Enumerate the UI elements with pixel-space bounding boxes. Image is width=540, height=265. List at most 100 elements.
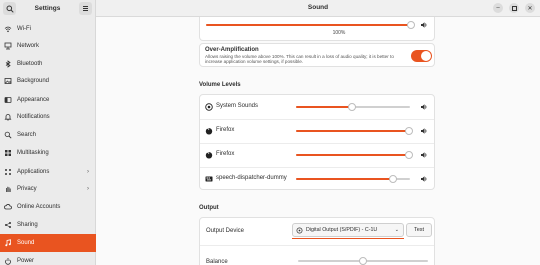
minimize-icon: – [496, 5, 500, 11]
volume-levels-card: System Sounds Firefox Firefox speech-dispat… [199, 94, 435, 190]
divider [200, 143, 434, 144]
balance-slider[interactable] [298, 256, 428, 265]
over-amplification-description: Allows raising the volume above 100%. Th… [205, 54, 394, 65]
divider [200, 119, 434, 120]
page-title: Sound [307, 4, 329, 11]
hamburger-menu-icon [83, 6, 88, 11]
menu-button[interactable] [79, 2, 92, 15]
close-button[interactable]: ✕ [525, 3, 535, 13]
speaker-icon[interactable] [420, 127, 428, 135]
app-name: Firefox [216, 151, 235, 157]
output-device-label: Output Device [206, 228, 245, 234]
search-icon [6, 5, 14, 13]
power-icon [4, 257, 12, 265]
app-volume-slider[interactable] [296, 126, 413, 136]
header-bar: Sound – ✕ [96, 0, 540, 17]
system-sounds-icon [205, 103, 213, 111]
sidebar-item-appearance[interactable]: Appearance [0, 91, 96, 109]
app-volume-slider[interactable] [296, 150, 413, 160]
sidebar-item-search[interactable]: Search [0, 126, 96, 144]
sidebar-item-label: Applications [17, 169, 50, 175]
sidebar-title: Settings [34, 5, 61, 12]
toggle-knob [421, 51, 431, 61]
sidebar-item-label: Bluetooth [17, 61, 43, 67]
firefox-icon [205, 152, 213, 159]
sidebar-item-applications[interactable]: Applications › [0, 163, 96, 181]
app-volume-slider[interactable] [296, 102, 410, 112]
volume-percent: 100% [332, 30, 346, 36]
sidebar-item-label: Wi-Fi [17, 26, 31, 32]
output-volume-card: 100% [199, 17, 435, 41]
over-amplification-card: Over-Amplification Allows raising the vo… [199, 43, 435, 67]
network-icon [4, 42, 12, 50]
sidebar-item-online-accounts[interactable]: Online Accounts [0, 198, 96, 216]
sidebar: Settings Wi-Fi Network Bluetooth Background… [0, 0, 96, 265]
speaker-icon[interactable] [420, 103, 428, 111]
sidebar-item-sharing[interactable]: Sharing [0, 216, 96, 234]
background-icon [4, 77, 12, 85]
sidebar-item-bluetooth[interactable]: Bluetooth [0, 55, 96, 73]
music-note-icon [4, 239, 12, 247]
app-name: speech-dispatcher-dummy [216, 175, 287, 181]
over-amplification-title: Over-Amplification [205, 47, 259, 53]
search-icon [4, 131, 12, 139]
sidebar-item-label: Search [17, 132, 37, 138]
sidebar-item-network[interactable]: Network [0, 37, 96, 55]
speaker-icon[interactable] [420, 151, 428, 159]
sidebar-item-label: Power [17, 258, 35, 264]
chevron-right-icon: › [87, 186, 89, 192]
sidebar-header: Settings [0, 0, 95, 17]
balance-label: Balance [206, 259, 228, 265]
maximize-icon [511, 5, 517, 11]
sidebar-item-background[interactable]: Background [0, 72, 96, 90]
sidebar-item-label: Notifications [17, 114, 50, 120]
output-heading: Output [199, 205, 219, 211]
sidebar-item-label: Background [17, 78, 50, 84]
sidebar-item-sound[interactable]: Sound [0, 234, 96, 252]
spdif-icon [296, 227, 303, 233]
sidebar-item-label: Online Accounts [17, 204, 61, 210]
chevron-right-icon: › [87, 169, 89, 175]
multitasking-icon [4, 149, 12, 157]
sidebar-item-label: Sharing [17, 222, 38, 228]
divider [200, 167, 434, 168]
minimize-button[interactable]: – [493, 3, 503, 13]
output-card: Output Device Digital Output (S/PDIF) - … [199, 217, 435, 265]
sidebar-item-label: Multitasking [17, 150, 49, 156]
apps-icon [4, 168, 12, 176]
speaker-icon[interactable] [420, 175, 428, 183]
bell-icon [4, 113, 12, 121]
sidebar-item-power[interactable]: Power [0, 252, 96, 265]
test-button[interactable]: Test [406, 223, 432, 237]
bluetooth-icon [4, 60, 12, 68]
share-icon [4, 221, 12, 229]
sidebar-item-label: Privacy [17, 186, 37, 192]
sidebar-item-label: Sound [17, 240, 35, 246]
output-device-value: Digital Output (S/PDIF) - C-1U [306, 227, 378, 233]
sidebar-item-label: Network [17, 43, 40, 49]
over-amplification-toggle[interactable] [411, 50, 432, 62]
dropdown-focus-underline [292, 238, 404, 239]
hand-icon [4, 185, 12, 193]
speaker-icon [421, 22, 427, 28]
sidebar-item-privacy[interactable]: Privacy › [0, 180, 96, 198]
sidebar-item-multitasking[interactable]: Multitasking [0, 144, 96, 162]
sidebar-item-notifications[interactable]: Notifications [0, 108, 96, 126]
appearance-icon [4, 96, 12, 104]
app-name: Firefox [216, 127, 235, 133]
chevron-down-icon: ⌄ [394, 227, 399, 233]
volume-levels-heading: Volume Levels [199, 82, 241, 88]
cloud-icon [4, 203, 12, 211]
app-volume-slider[interactable] [296, 174, 410, 184]
wifi-icon [4, 25, 12, 33]
maximize-button[interactable] [509, 3, 519, 13]
sidebar-item-wi-fi[interactable]: Wi-Fi [0, 20, 96, 38]
firefox-icon [205, 128, 213, 135]
search-button[interactable] [3, 2, 16, 15]
sidebar-item-label: Appearance [17, 97, 50, 103]
app-name: System Sounds [216, 103, 259, 109]
output-device-dropdown[interactable]: Digital Output (S/PDIF) - C-1U ⌄ [292, 223, 404, 239]
output-volume-slider[interactable] [206, 20, 415, 30]
speech-dispatcher-icon [205, 176, 213, 182]
close-icon: ✕ [527, 5, 533, 12]
